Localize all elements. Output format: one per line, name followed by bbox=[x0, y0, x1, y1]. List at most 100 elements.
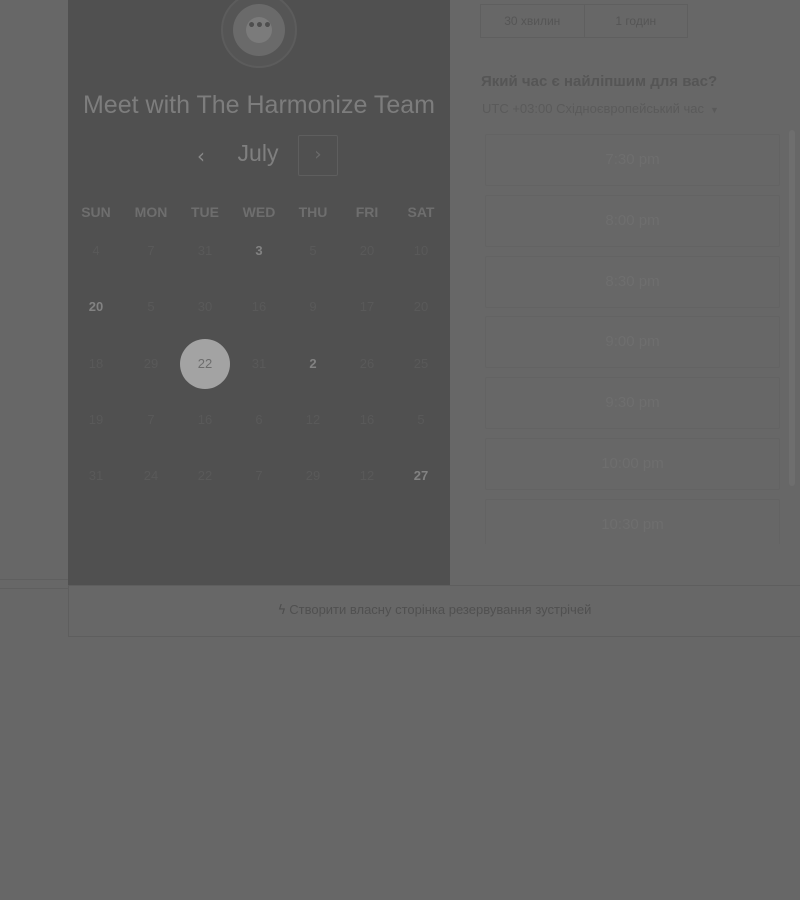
day-number: 30 bbox=[197, 299, 213, 314]
prev-month-button[interactable]: ‹ bbox=[186, 141, 216, 171]
divider bbox=[0, 579, 68, 580]
calendar-day: 7 bbox=[124, 393, 178, 447]
time-question-heading: Який час є найліпшим для вас? bbox=[481, 73, 718, 90]
calendar-day: 12 bbox=[286, 393, 340, 447]
avatar: ••• bbox=[221, 0, 297, 68]
time-slot-button[interactable]: 10:30 pm bbox=[485, 498, 780, 544]
avatar-logo: ••• bbox=[233, 4, 285, 56]
day-number: 24 bbox=[143, 468, 159, 483]
calendar-day[interactable]: 2 bbox=[286, 337, 340, 391]
next-month-button[interactable]: › bbox=[298, 135, 338, 176]
time-slot-list: 7:30 pm 8:00 pm 8:30 pm 9:00 pm 9:30 pm 10:00… bbox=[485, 134, 781, 544]
calendar-day: 12 bbox=[340, 449, 394, 503]
divider bbox=[0, 588, 68, 589]
caret-down-icon: ▼ bbox=[709, 105, 719, 115]
calendar-day[interactable]: 3 bbox=[232, 224, 286, 278]
day-number: 20 bbox=[359, 243, 375, 258]
day-number: 19 bbox=[88, 412, 104, 427]
time-slot-button[interactable]: 9:00 pm bbox=[485, 316, 780, 369]
calendar-day: 5 bbox=[124, 280, 178, 334]
footer: ϟ Створити власну сторінка резервування з… bbox=[68, 585, 800, 637]
calendar-day: 18 bbox=[69, 337, 123, 391]
day-number: 22 bbox=[197, 468, 213, 483]
calendar-day: 31 bbox=[69, 449, 123, 503]
day-number: 7 bbox=[147, 412, 155, 427]
time-slot-button[interactable]: 8:30 pm bbox=[485, 255, 780, 308]
time-slot-button[interactable]: 10:00 pm bbox=[485, 438, 780, 490]
weekday-thu: THU bbox=[298, 204, 328, 220]
calendar-panel: ••• Meet with The Harmonize Team ‹ July … bbox=[68, 0, 450, 585]
day-number: 31 bbox=[197, 243, 213, 258]
day-number: 9 bbox=[309, 299, 317, 314]
calendar-day: 4 bbox=[69, 224, 123, 278]
day-number: 31 bbox=[88, 468, 104, 483]
calendar-day: 7 bbox=[124, 224, 178, 278]
calendar-day: 9 bbox=[286, 280, 340, 334]
calendar-day: 31 bbox=[232, 337, 286, 391]
day-number: 5 bbox=[147, 299, 155, 314]
day-number: 25 bbox=[413, 356, 429, 371]
calendar-day: 16 bbox=[178, 393, 232, 447]
page: ••• Meet with The Harmonize Team ‹ July … bbox=[0, 0, 800, 900]
calendar-day[interactable]: 27 bbox=[394, 449, 448, 503]
day-number: 4 bbox=[92, 243, 100, 258]
day-number: 2 bbox=[309, 356, 317, 371]
day-number: 12 bbox=[305, 412, 321, 427]
calendar-day: 25 bbox=[394, 337, 448, 391]
calendar-day: 5 bbox=[286, 224, 340, 278]
duration-toggle: 30 хвилин 1 годин bbox=[480, 4, 688, 38]
duration-30-min-button[interactable]: 30 хвилин bbox=[481, 5, 584, 37]
timezone-selector[interactable]: UTC +03:00 Східноєвропейський час ▼ bbox=[482, 101, 719, 116]
day-number: 31 bbox=[251, 356, 267, 371]
day-number: 3 bbox=[255, 243, 263, 258]
scrollbar[interactable] bbox=[789, 130, 795, 486]
chat-bubble-icon: ••• bbox=[246, 17, 272, 43]
day-number: 6 bbox=[255, 412, 263, 427]
time-slot-button[interactable]: 8:00 pm bbox=[485, 194, 780, 247]
day-number: 7 bbox=[147, 243, 155, 258]
day-number: 7 bbox=[255, 468, 263, 483]
day-number: 5 bbox=[417, 412, 425, 427]
day-number: 12 bbox=[359, 468, 375, 483]
calendar-day: 26 bbox=[340, 337, 394, 391]
calendar-day: 17 bbox=[340, 280, 394, 334]
day-number: 20 bbox=[88, 299, 104, 314]
day-number: 29 bbox=[143, 356, 159, 371]
create-booking-page-link[interactable]: Створити власну сторінка резервування зу… bbox=[289, 602, 591, 617]
calendar-day[interactable]: 20 bbox=[69, 280, 123, 334]
weekday-mon: MON bbox=[134, 204, 168, 220]
sprocket-icon: ϟ bbox=[277, 603, 287, 618]
calendar-day: 30 bbox=[178, 280, 232, 334]
day-number: 18 bbox=[88, 356, 104, 371]
calendar-day: 20 bbox=[340, 224, 394, 278]
meeting-title: Meet with The Harmonize Team bbox=[82, 91, 435, 119]
day-number: 29 bbox=[305, 468, 321, 483]
month-label: July bbox=[237, 140, 279, 166]
time-slot-button[interactable]: 9:30 pm bbox=[485, 377, 780, 430]
day-number: 22 bbox=[197, 356, 213, 371]
calendar-day: 16 bbox=[232, 280, 286, 334]
day-number: 10 bbox=[413, 243, 429, 258]
duration-1-hour-button[interactable]: 1 годин bbox=[583, 5, 688, 37]
timezone-label: UTC +03:00 Східноєвропейський час bbox=[482, 101, 704, 116]
calendar-day-selected[interactable]: 22 bbox=[178, 337, 232, 391]
weekday-wed: WED bbox=[242, 204, 276, 220]
calendar-day: 5 bbox=[394, 393, 448, 447]
weekday-fri: FRI bbox=[355, 204, 379, 220]
calendar-day: 6 bbox=[232, 393, 286, 447]
day-number: 17 bbox=[359, 299, 375, 314]
day-number: 16 bbox=[197, 412, 213, 427]
day-number: 27 bbox=[413, 468, 429, 483]
calendar-day: 20 bbox=[394, 280, 448, 334]
calendar-day: 16 bbox=[340, 393, 394, 447]
calendar-day: 19 bbox=[69, 393, 123, 447]
calendar-day: 7 bbox=[232, 449, 286, 503]
day-number: 26 bbox=[359, 356, 375, 371]
day-number: 16 bbox=[251, 299, 267, 314]
calendar-day: 24 bbox=[124, 449, 178, 503]
weekday-sun: SUN bbox=[81, 204, 111, 220]
weekday-tue: TUE bbox=[191, 204, 219, 220]
calendar-day: 31 bbox=[178, 224, 232, 278]
time-slot-button[interactable]: 7:30 pm bbox=[485, 134, 780, 186]
day-number: 5 bbox=[309, 243, 317, 258]
